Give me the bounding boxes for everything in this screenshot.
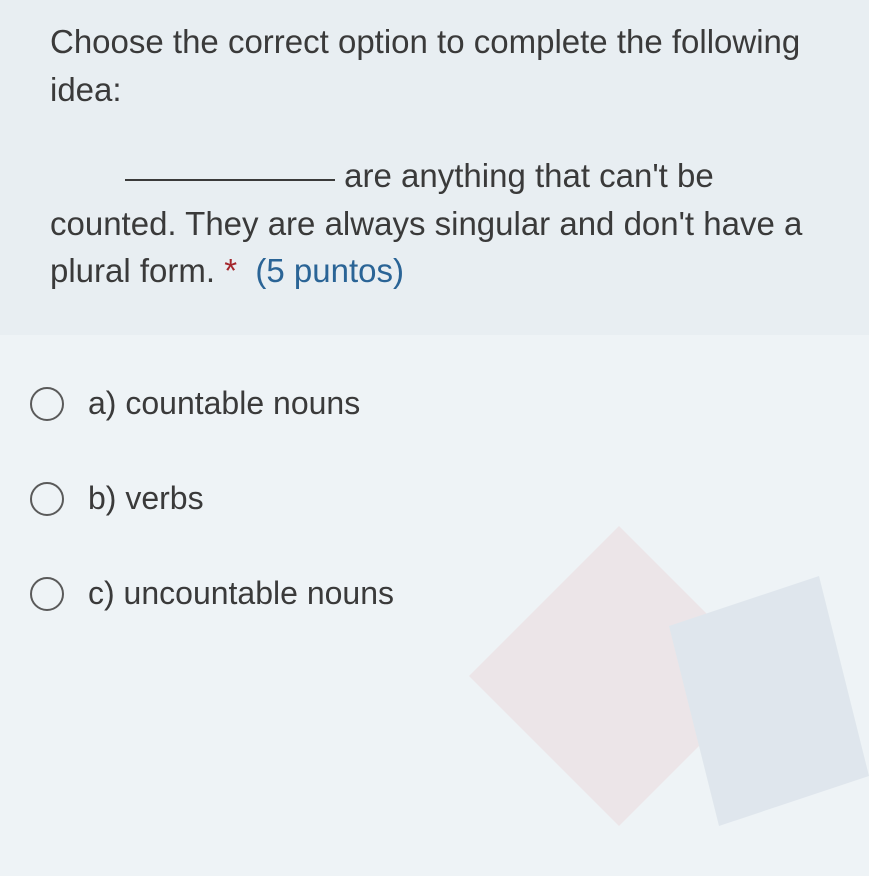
points-label: (5 puntos) (255, 252, 404, 289)
question-sentence: are anything that can't be counted. They… (50, 157, 802, 290)
option-a[interactable]: a) countable nouns (30, 385, 819, 422)
radio-icon (30, 387, 64, 421)
question-text: Choose the correct option to complete th… (50, 18, 819, 295)
option-b[interactable]: b) verbs (30, 480, 819, 517)
option-c[interactable]: c) uncountable nouns (30, 575, 819, 612)
question-intro: Choose the correct option to complete th… (50, 23, 800, 108)
option-label: a) countable nouns (88, 385, 360, 422)
options-group: a) countable nouns b) verbs c) uncountab… (0, 335, 869, 612)
radio-icon (30, 577, 64, 611)
radio-icon (30, 482, 64, 516)
option-label: c) uncountable nouns (88, 575, 394, 612)
question-header: Choose the correct option to complete th… (0, 0, 869, 335)
fill-blank (125, 179, 335, 181)
required-asterisk: * (224, 252, 237, 289)
option-label: b) verbs (88, 480, 204, 517)
